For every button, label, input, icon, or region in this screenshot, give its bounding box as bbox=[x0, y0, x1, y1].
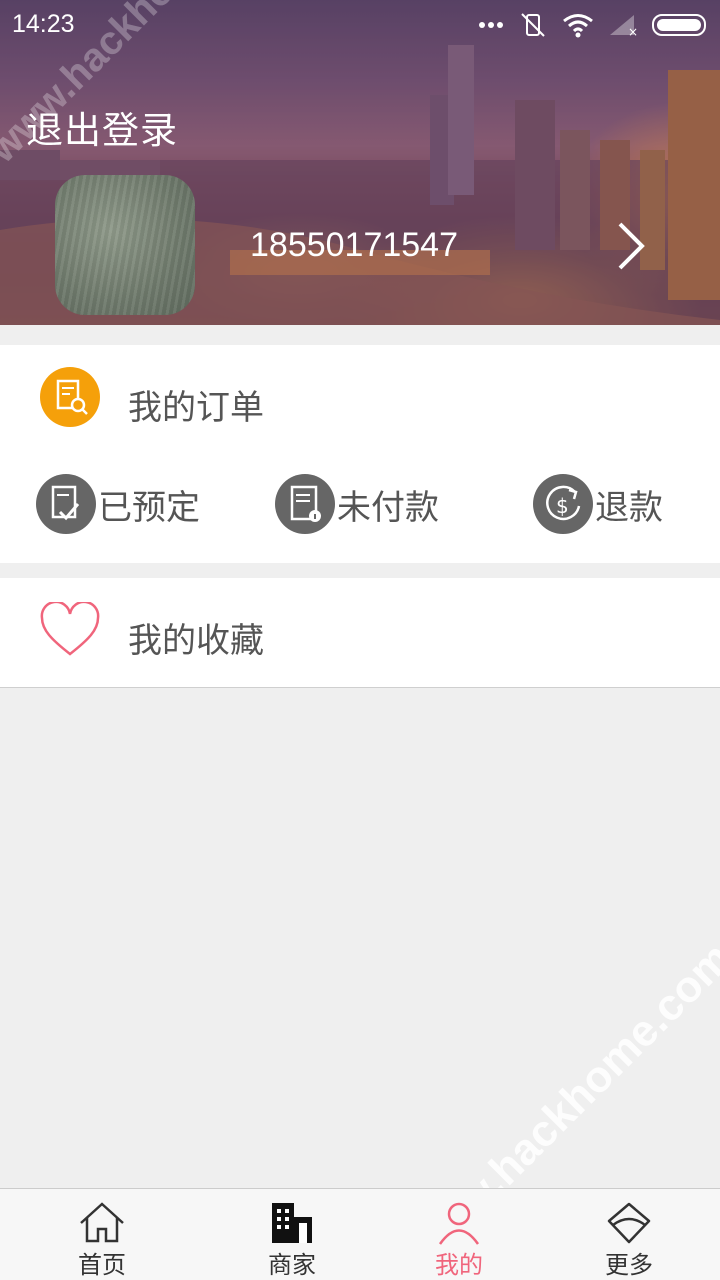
avatar[interactable] bbox=[55, 175, 195, 315]
heart-icon bbox=[40, 602, 100, 656]
order-booked[interactable]: 已预定 bbox=[36, 473, 200, 535]
order-search-icon bbox=[40, 367, 100, 427]
order-unpaid[interactable]: 未付款 bbox=[275, 473, 439, 535]
unpaid-icon bbox=[275, 474, 335, 534]
bottom-tab-bar: 首页 商家 我的 更多 bbox=[0, 1188, 720, 1280]
tab-mine-label: 我的 bbox=[435, 1251, 483, 1279]
logout-button[interactable]: 退出登录 bbox=[26, 100, 178, 154]
svg-text:$: $ bbox=[556, 494, 569, 518]
order-unpaid-label: 未付款 bbox=[337, 487, 439, 528]
home-icon bbox=[80, 1202, 124, 1243]
order-booked-label: 已预定 bbox=[98, 487, 200, 528]
my-favorites-label: 我的收藏 bbox=[128, 621, 264, 661]
vibrate-off-icon bbox=[521, 13, 545, 37]
app-screen: www.hackhome.com 14:23 × 退出登录 1855017154… bbox=[0, 0, 720, 1280]
booked-icon bbox=[36, 474, 96, 534]
my-favorites-row[interactable]: 我的收藏 bbox=[0, 578, 720, 688]
wifi-icon bbox=[563, 14, 593, 38]
svg-text:×: × bbox=[628, 25, 638, 37]
order-refund-label: 退款 bbox=[595, 487, 663, 528]
person-icon bbox=[438, 1202, 480, 1245]
refund-icon: $ bbox=[533, 474, 593, 534]
my-orders-row[interactable]: 我的订单 bbox=[0, 345, 720, 457]
battery-icon bbox=[652, 14, 706, 36]
tab-more-label: 更多 bbox=[605, 1251, 653, 1279]
status-bar: 14:23 × bbox=[0, 0, 720, 50]
order-refund[interactable]: $ 退款 bbox=[533, 473, 663, 535]
status-time: 14:23 bbox=[12, 10, 75, 38]
signal-icon: × bbox=[610, 15, 638, 37]
tab-mine[interactable]: 我的 bbox=[399, 1189, 519, 1280]
tab-home-label: 首页 bbox=[78, 1251, 126, 1279]
tab-merchants-label: 商家 bbox=[268, 1251, 316, 1279]
tab-more[interactable]: 更多 bbox=[569, 1189, 689, 1280]
chevron-right-icon[interactable] bbox=[612, 218, 648, 274]
building-icon bbox=[272, 1203, 312, 1243]
status-icons: × bbox=[478, 8, 710, 42]
tab-home[interactable]: 首页 bbox=[42, 1189, 162, 1280]
orders-section: 我的订单 已预定 未付款 $ 退款 bbox=[0, 345, 720, 563]
account-phone-number: 18550171547 bbox=[250, 226, 459, 264]
my-orders-label: 我的订单 bbox=[128, 388, 264, 428]
more-icon bbox=[607, 1202, 651, 1244]
tab-merchants[interactable]: 商家 bbox=[232, 1189, 352, 1280]
profile-banner: www.hackhome.com 14:23 × 退出登录 1855017154… bbox=[0, 0, 720, 325]
more-dots-icon bbox=[479, 22, 503, 28]
